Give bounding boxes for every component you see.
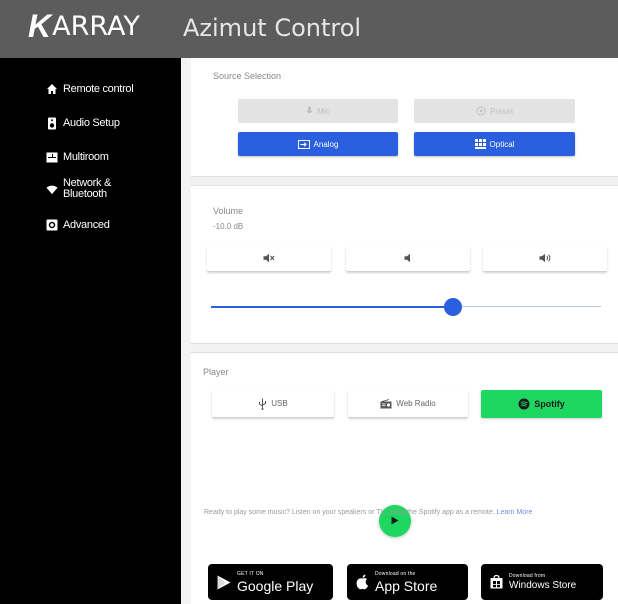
web-radio-button[interactable]: Web Radio: [348, 390, 468, 418]
analog-button-label: Analog: [313, 139, 339, 149]
analog-input-icon: [297, 139, 310, 149]
sidebar-item-multiroom[interactable]: Multiroom: [46, 151, 109, 163]
volume-slider-track-filled: [211, 306, 453, 308]
optical-icon: [474, 139, 486, 149]
usb-icon: [258, 398, 267, 410]
windows-store-badge[interactable]: Download from Windows Store: [481, 564, 603, 600]
volume-title: Volume: [213, 206, 244, 216]
k-array-logo: K ARRAY: [28, 6, 140, 46]
section-divider: [191, 176, 618, 186]
home-icon: [46, 83, 58, 95]
analog-button[interactable]: Analog: [238, 132, 398, 156]
spotify-button-label: Spotify: [534, 399, 565, 409]
google-play-big: Google Play: [237, 577, 314, 594]
windows-store-small: Download from: [509, 572, 546, 579]
main-content: Source Selection Mic Preset Analog Optic…: [191, 58, 618, 604]
google-play-text: GET IT ON Google Play: [237, 571, 313, 594]
optical-button[interactable]: Optical: [414, 132, 575, 156]
app-store-badge[interactable]: Download on the App Store: [347, 564, 468, 600]
mute-button[interactable]: [207, 246, 331, 272]
google-play-badge[interactable]: GET IT ON Google Play: [208, 564, 333, 600]
sidebar-item-label: Remote control: [63, 83, 134, 95]
volume-up-button[interactable]: [483, 246, 607, 272]
google-play-small: GET IT ON: [237, 570, 264, 577]
header-bar: K ARRAY Azimut Control: [0, 0, 618, 58]
promo-text: Ready to play some music? Listen on your…: [204, 509, 495, 516]
app-store-text: Download on the App Store: [375, 571, 437, 594]
learn-more-link[interactable]: Learn More: [497, 509, 533, 516]
speaker-icon: [46, 117, 58, 129]
windows-store-big: Windows Store: [509, 579, 577, 591]
google-play-icon: [217, 575, 231, 590]
player-title: Player: [203, 367, 229, 377]
logo-array: ARRAY: [52, 10, 140, 42]
app-store-big: App Store: [375, 577, 438, 594]
multiroom-icon: [46, 151, 58, 163]
section-divider: [191, 343, 618, 353]
sidebar-item-audio-setup[interactable]: Audio Setup: [46, 117, 120, 129]
volume-down-button[interactable]: [346, 246, 470, 272]
windows-store-text: Download from Windows Store: [509, 573, 576, 592]
mic-button[interactable]: Mic: [238, 99, 398, 123]
sidebar-item-label: Network & Bluetooth: [63, 177, 112, 200]
wifi-icon: [46, 183, 58, 195]
sidebar-item-network-bluetooth[interactable]: Network & Bluetooth: [46, 178, 111, 200]
spotify-promo-text: Ready to play some music? Listen on your…: [204, 507, 604, 518]
volume-value: -10.0 dB: [213, 222, 244, 231]
sidebar-item-label: Audio Setup: [63, 117, 120, 129]
radio-icon: [380, 398, 392, 409]
windows-icon: [490, 575, 503, 589]
usb-button[interactable]: USB: [212, 390, 334, 418]
volume-slider-thumb[interactable]: [443, 298, 462, 316]
preset-button-label: Preset: [489, 106, 514, 116]
preset-button[interactable]: Preset: [414, 99, 575, 123]
logo-k: K: [28, 7, 51, 44]
mute-icon: [263, 253, 275, 265]
sidebar-item-remote-control[interactable]: Remote control: [46, 83, 134, 95]
mic-button-label: Mic: [317, 106, 330, 116]
mic-icon: [306, 106, 313, 116]
source-selection-title: Source Selection: [213, 71, 282, 81]
volume-down-icon: [404, 253, 413, 265]
web-radio-button-label: Web Radio: [396, 399, 436, 408]
source-selection-card: Source Selection Mic Preset Analog Optic…: [191, 58, 618, 176]
spotify-icon: [518, 398, 530, 410]
app-title: Azimut Control: [183, 14, 362, 42]
spotify-button[interactable]: Spotify: [481, 390, 602, 418]
app-root: K ARRAY Azimut Control Remote control Au…: [0, 0, 618, 604]
preset-icon: [476, 106, 486, 116]
volume-card: Volume -10.0 dB: [191, 186, 618, 343]
sidebar: Remote control Audio Setup Multiroom Net…: [0, 58, 181, 604]
volume-up-icon: [539, 253, 552, 265]
sidebar-item-label: Multiroom: [63, 151, 109, 163]
usb-button-label: USB: [271, 399, 288, 408]
app-store-small: Download on the: [375, 570, 416, 577]
sidebar-item-advanced[interactable]: Advanced: [46, 219, 110, 231]
sidebar-item-label: Advanced: [63, 219, 110, 231]
apple-icon: [356, 574, 369, 590]
optical-button-label: Optical: [489, 139, 515, 149]
volume-slider-track[interactable]: [452, 306, 601, 307]
gear-icon: [46, 219, 58, 231]
